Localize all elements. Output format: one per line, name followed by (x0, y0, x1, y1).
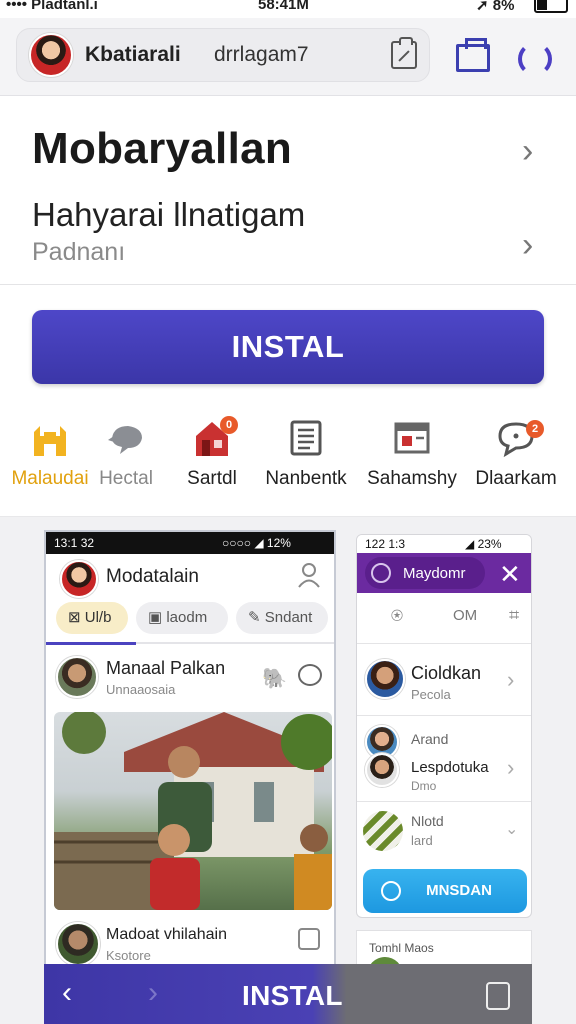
install-button[interactable]: INSTAL (242, 980, 343, 1012)
target-icon (371, 563, 391, 583)
speech-bird-icon (108, 426, 142, 454)
preview-clock: 13:1 32 (54, 536, 95, 550)
chevron-right-icon: › (507, 667, 515, 692)
divider (0, 284, 576, 285)
post-subtitle: Unnaaosaia (106, 682, 176, 697)
bird-icon: 🐘 (262, 668, 287, 690)
carrier-label: •••• Pladtanl.i (6, 0, 98, 13)
avatar (56, 922, 100, 966)
row-subtitle: Padnanı (32, 238, 126, 266)
window-icon (394, 422, 430, 454)
app-screen: •••• Pladtanl.i 58:41M ➚ 8% Kbatiarali d… (0, 0, 576, 1024)
preview-title: Tomhl Maos (369, 941, 434, 955)
contact-sub: Pecola (411, 687, 451, 702)
preview-header: Maydomr ✕ (357, 553, 531, 593)
photo-scene (54, 712, 332, 910)
list-row-primary[interactable]: Mobaryallan › (0, 96, 576, 192)
category-label: Sahamshy (367, 468, 457, 489)
chat-icon (381, 881, 401, 901)
contact-sub: Dmo (411, 779, 437, 793)
notification-badge: 0 (220, 416, 238, 434)
post-photo (54, 712, 332, 910)
leaf-icon (363, 811, 403, 851)
app-title: Kbatiarali (85, 43, 181, 66)
avatar (60, 560, 98, 598)
forward-arrow-icon[interactable]: › (148, 976, 158, 1010)
filter-chip: ⊠ Ul/b (56, 602, 128, 634)
avatar (365, 753, 399, 787)
filter-chip: ▣ laodm (136, 602, 228, 634)
avatar (365, 659, 405, 699)
share-icon (298, 928, 320, 950)
clock: 58:41M (258, 0, 309, 13)
post-author: Madoat vhilahain (106, 926, 227, 943)
preview-clock: 122 1:3 (365, 537, 406, 551)
category-label: Dlaarkam (475, 468, 557, 489)
category-item[interactable]: Nanbentk (258, 410, 354, 500)
tab-indicator (46, 642, 334, 645)
app-subtitle: drrlagam7 (214, 43, 309, 66)
category-item[interactable]: 0 Sartdl (164, 410, 260, 500)
post-author: Manaal Palkan (106, 658, 226, 678)
notification-badge: 2 (526, 420, 544, 438)
row-title: Hahyarai llnatigam (32, 196, 306, 233)
hand-icon: ⍟ (391, 605, 403, 627)
tabs-icon[interactable] (486, 982, 510, 1010)
contact-name: Arand (411, 731, 449, 747)
preview-status-bar: 122 1:3 ◢ 23% (357, 535, 531, 553)
divider (357, 715, 531, 716)
cloud-icon (298, 664, 322, 686)
document-icon (290, 420, 322, 456)
contact-name: Cioldkan (411, 663, 482, 683)
list-row-secondary[interactable]: Hahyarai llnatigam Padnanı › (0, 192, 576, 284)
close-icon: ✕ (499, 559, 521, 589)
divider (357, 643, 531, 644)
category-item[interactable]: 2 Dlaarkam (468, 410, 564, 500)
preview-title: Modatalain (106, 566, 199, 587)
person-icon (298, 563, 320, 588)
chevron-right-icon: › (522, 226, 534, 264)
chevron-right-icon: › (507, 755, 515, 780)
chevron-down-icon: ⌄ (505, 821, 519, 838)
battery-icon (534, 0, 568, 13)
status-bar: •••• Pladtanl.i 58:41M ➚ 8% (0, 0, 576, 16)
preview-battery: ○○○○ ◢ 12% (222, 536, 291, 550)
install-button[interactable]: INSTAL (32, 310, 544, 384)
contact-sub: lard (411, 833, 433, 848)
divider (357, 801, 531, 802)
contact-name: Nlotd (411, 813, 444, 829)
filter-chip: ✎ Sndant (236, 602, 328, 634)
back-arrow-icon[interactable]: ‹ (62, 976, 72, 1010)
avatar[interactable] (29, 33, 73, 77)
clipboard-icon[interactable] (391, 37, 417, 69)
top-bar: Kbatiarali drrlagam7 (0, 18, 576, 96)
app-preview-screenshot[interactable]: 13:1 32 ○○○○ ◢ 12% Modatalain ⊠ Ul/b ▣ l… (44, 530, 336, 1024)
preview-battery: ◢ 23% (465, 537, 502, 551)
tab-label: OM (453, 607, 478, 624)
category-item[interactable]: Sahamshy (364, 410, 460, 500)
home-icon (34, 426, 66, 456)
bottom-install-bar: ‹ › INSTAL (44, 964, 532, 1024)
refresh-icon[interactable] (518, 42, 552, 76)
search-bar[interactable]: Kbatiarali drrlagam7 (16, 28, 430, 82)
post-subtitle: Ksotore (106, 948, 151, 963)
battery-percent: ➚ 8% (476, 0, 515, 14)
chevron-right-icon: › (522, 132, 534, 170)
frame-icon[interactable] (456, 38, 490, 72)
row-title: Mobaryallan (32, 124, 293, 173)
preview-cta-button: MNSDAN (363, 869, 527, 913)
preview-header-title: Maydomr (403, 565, 466, 582)
app-preview-screenshot[interactable]: 122 1:3 ◢ 23% Maydomr ✕ ⍟ OM ⌗ Cioldkan … (356, 534, 532, 918)
expand-icon: ⌗ (509, 605, 520, 625)
contact-name: Lespdotuka (411, 759, 489, 776)
avatar (56, 656, 98, 698)
preview-status-bar: 13:1 32 ○○○○ ◢ 12% (46, 532, 334, 554)
category-label: Nanbentk (265, 468, 347, 489)
